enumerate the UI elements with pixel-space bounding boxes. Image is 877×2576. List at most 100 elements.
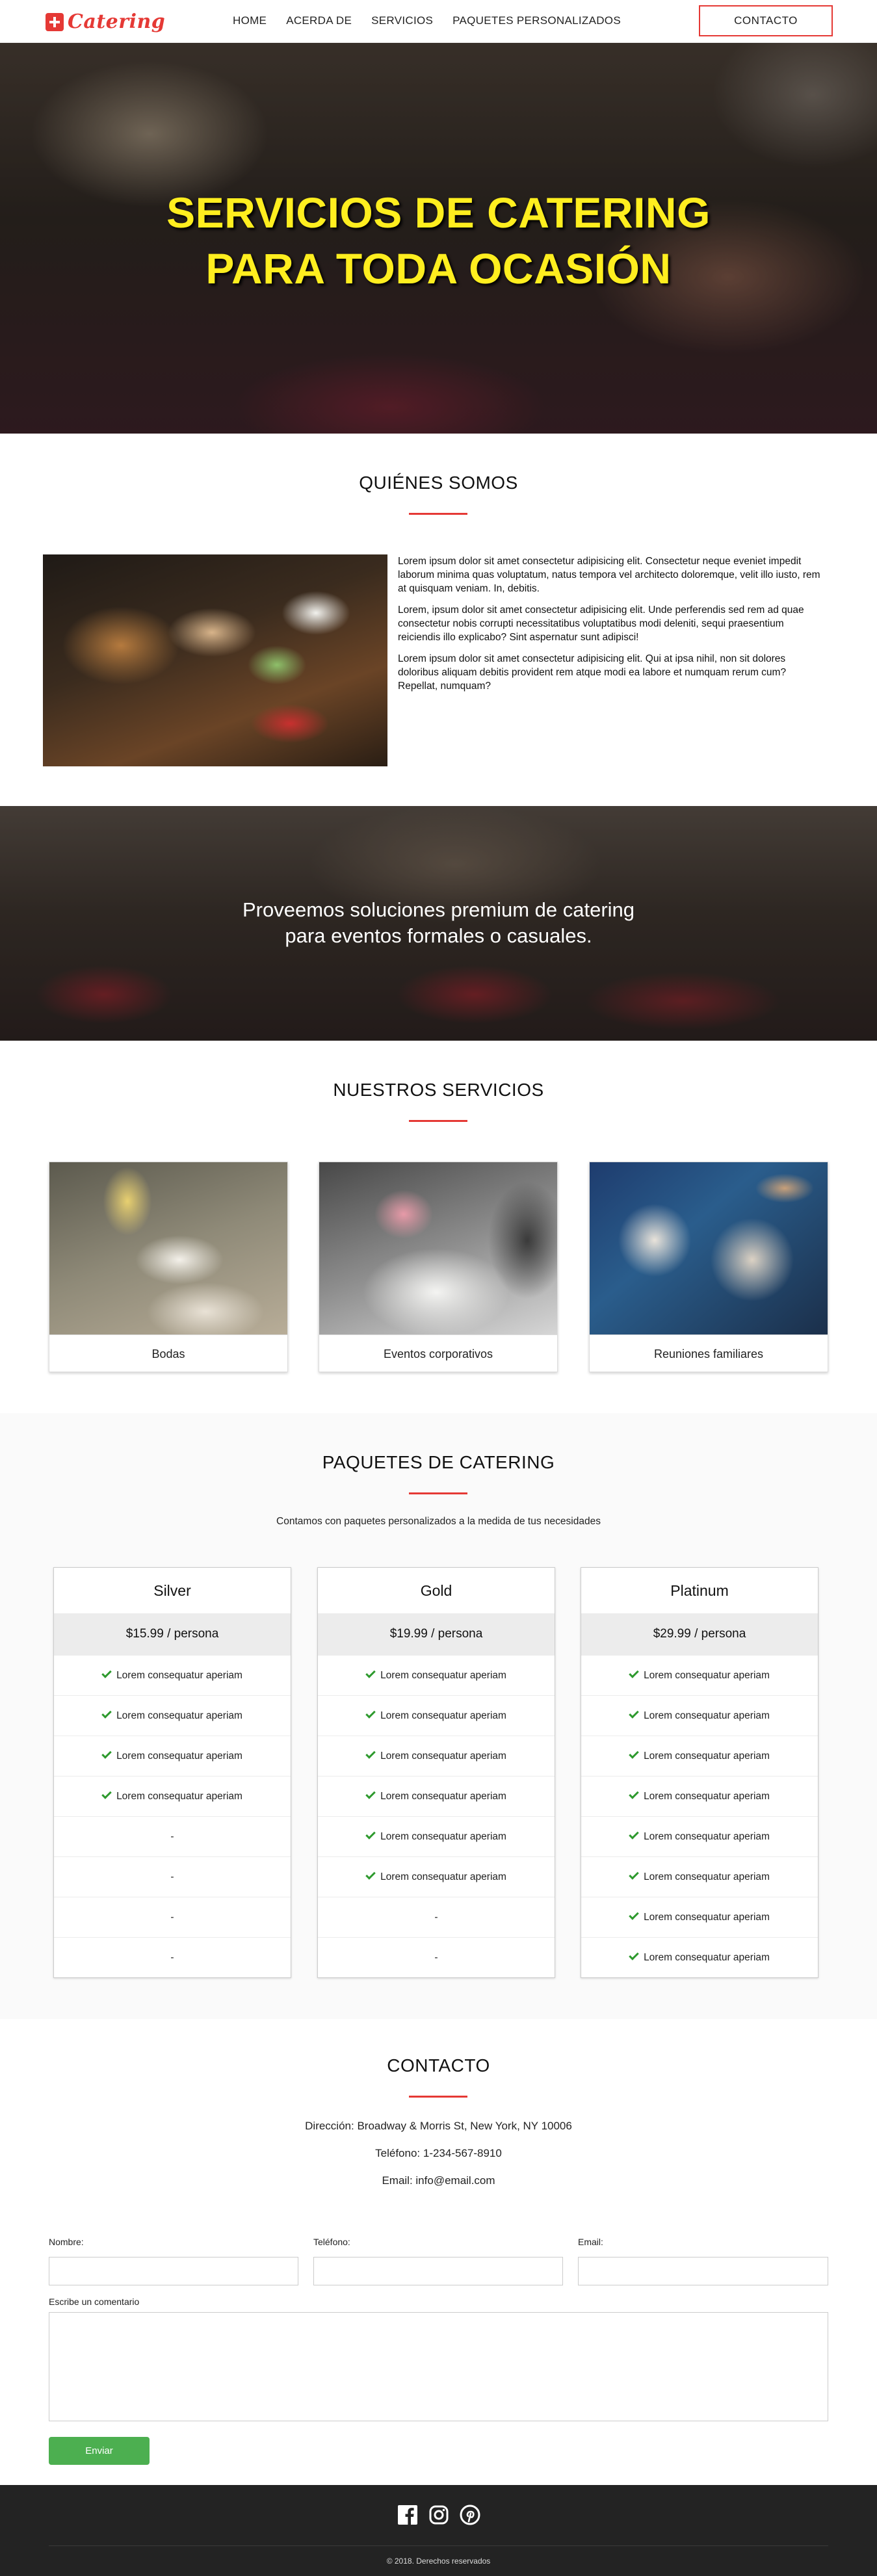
social-links (0, 2504, 877, 2525)
email-field[interactable] (578, 2257, 828, 2285)
comment-textarea[interactable] (49, 2312, 828, 2421)
service-label: Reuniones familiares (590, 1334, 828, 1372)
instagram-icon[interactable] (428, 2504, 449, 2525)
checkmark-icon (365, 1869, 376, 1880)
checkmark-icon (365, 1749, 376, 1759)
package-price: $19.99 / persona (318, 1613, 555, 1655)
hero-title-line-1: SERVICIOS DE CATERING (166, 189, 711, 237)
package-feature-row: Lorem consequatur aperiam (581, 1695, 818, 1736)
email-label: Email: (578, 2237, 603, 2247)
about-buffet-image (43, 554, 387, 766)
checkmark-icon (101, 1749, 112, 1759)
pinterest-icon[interactable] (460, 2504, 480, 2525)
contact-button[interactable]: CONTACTO (699, 5, 833, 36)
phone-field[interactable] (313, 2257, 563, 2285)
package-feature-row: Lorem consequatur aperiam (54, 1655, 291, 1695)
package-empty-row: - (54, 1816, 291, 1856)
package-feature-row: Lorem consequatur aperiam (54, 1695, 291, 1736)
package-feature-row: Lorem consequatur aperiam (581, 1816, 818, 1856)
checkmark-icon (629, 1910, 639, 1920)
nav-link-services[interactable]: SERVICIOS (371, 14, 433, 27)
footer: © 2018. Derechos reservados (0, 2485, 877, 2576)
nav-link-packages[interactable]: PAQUETES PERSONALIZADOS (452, 14, 621, 27)
contact-title-rule (409, 2096, 467, 2098)
logo[interactable]: Catering (46, 10, 165, 33)
package-empty-row: - (54, 1897, 291, 1937)
facebook-icon[interactable] (397, 2504, 418, 2525)
packages-title: PAQUETES DE CATERING (322, 1452, 555, 1472)
package-feature-text: Lorem consequatur aperiam (644, 1831, 770, 1842)
footer-divider (49, 2545, 828, 2546)
nav-link-about[interactable]: ACERDA DE (286, 14, 352, 27)
packages-title-rule (409, 1492, 467, 1494)
package-feature-text: Lorem consequatur aperiam (644, 1952, 770, 1963)
banner-section: Proveemos soluciones premium de catering… (0, 806, 877, 1041)
checkmark-icon (365, 1668, 376, 1678)
service-image-bodas (49, 1162, 287, 1334)
submit-button[interactable]: Enviar (49, 2437, 150, 2465)
top-navbar: Catering HOME ACERDA DE SERVICIOS PAQUET… (0, 0, 877, 43)
package-feature-text: Lorem consequatur aperiam (380, 1670, 506, 1681)
package-card-silver: Silver $15.99 / persona Lorem consequatur … (53, 1567, 291, 1978)
banner-line-1: Proveemos soluciones premium de catering (242, 898, 635, 921)
contact-phone: Teléfono: 1-234-567-8910 (375, 2147, 502, 2159)
package-empty-text: - (434, 1912, 438, 1923)
package-feature-text: Lorem consequatur aperiam (116, 1750, 242, 1762)
package-feature-text: Lorem consequatur aperiam (644, 1912, 770, 1923)
package-feature-row: Lorem consequatur aperiam (581, 1937, 818, 1977)
package-feature-row: Lorem consequatur aperiam (318, 1655, 555, 1695)
service-image-corporativos (319, 1162, 557, 1334)
service-card-corporativos[interactable]: Eventos corporativos (319, 1162, 558, 1372)
about-title-rule (409, 513, 467, 515)
package-feature-row: Lorem consequatur aperiam (581, 1897, 818, 1937)
about-paragraph-2: Lorem, ipsum dolor sit amet consectetur … (398, 605, 804, 643)
package-feature-row: Lorem consequatur aperiam (318, 1856, 555, 1897)
services-title-rule (409, 1120, 467, 1122)
about-section: QUIÉNES SOMOS Lorem ipsum dolor sit amet… (0, 434, 877, 806)
about-text: Lorem ipsum dolor sit amet consectetur a… (398, 554, 822, 701)
package-feature-text: Lorem consequatur aperiam (644, 1750, 770, 1762)
contact-section: CONTACTO Dirección: Broadway & Morris St… (0, 2019, 877, 2485)
about-title: QUIÉNES SOMOS (359, 473, 518, 493)
package-name: Platinum (670, 1582, 729, 1599)
package-feature-row: Lorem consequatur aperiam (581, 1776, 818, 1816)
contact-address: Dirección: Broadway & Morris St, New Yor… (305, 2120, 572, 2132)
package-empty-text: - (434, 1952, 438, 1963)
package-feature-text: Lorem consequatur aperiam (116, 1670, 242, 1681)
package-feature-text: Lorem consequatur aperiam (380, 1831, 506, 1842)
package-card-platinum: Platinum $29.99 / persona Lorem consequatu… (581, 1567, 818, 1978)
package-feature-text: Lorem consequatur aperiam (644, 1871, 770, 1882)
name-label: Nombre: (49, 2237, 84, 2247)
about-paragraph-3: Lorem ipsum dolor sit amet consectetur a… (398, 653, 787, 692)
package-feature-row: Lorem consequatur aperiam (581, 1736, 818, 1776)
checkmark-icon (629, 1829, 639, 1840)
package-feature-text: Lorem consequatur aperiam (644, 1791, 770, 1802)
checkmark-icon (629, 1789, 639, 1799)
package-feature-row: Lorem consequatur aperiam (318, 1776, 555, 1816)
service-card-bodas[interactable]: Bodas (49, 1162, 288, 1372)
service-label: Eventos corporativos (319, 1334, 557, 1372)
package-feature-text: Lorem consequatur aperiam (116, 1710, 242, 1721)
package-price: $29.99 / persona (581, 1613, 818, 1655)
packages-subtitle: Contamos con paquetes personalizados a l… (276, 1516, 601, 1527)
checkmark-icon (629, 1708, 639, 1719)
hero-title: SERVICIOS DE CATERING PARA TODA OCASIÓN (0, 185, 877, 296)
package-feature-text: Lorem consequatur aperiam (644, 1670, 770, 1681)
comment-label: Escribe un comentario (49, 2296, 140, 2307)
package-feature-text: Lorem consequatur aperiam (116, 1791, 242, 1802)
contact-title: CONTACTO (387, 2055, 490, 2075)
banner-line-2: para eventos formales o casuales. (285, 924, 592, 947)
checkmark-icon (629, 1668, 639, 1678)
nav-link-home[interactable]: HOME (233, 14, 267, 27)
phone-label: Teléfono: (313, 2237, 350, 2247)
checkmark-icon (365, 1789, 376, 1799)
package-feature-row: Lorem consequatur aperiam (581, 1856, 818, 1897)
package-feature-text: Lorem consequatur aperiam (380, 1710, 506, 1721)
name-field[interactable] (49, 2257, 298, 2285)
service-image-familiares (590, 1162, 828, 1334)
package-feature-row: Lorem consequatur aperiam (54, 1776, 291, 1816)
checkmark-icon (365, 1708, 376, 1719)
package-feature-row: Lorem consequatur aperiam (54, 1736, 291, 1776)
package-feature-row: Lorem consequatur aperiam (318, 1695, 555, 1736)
service-card-familiares[interactable]: Reuniones familiares (589, 1162, 828, 1372)
